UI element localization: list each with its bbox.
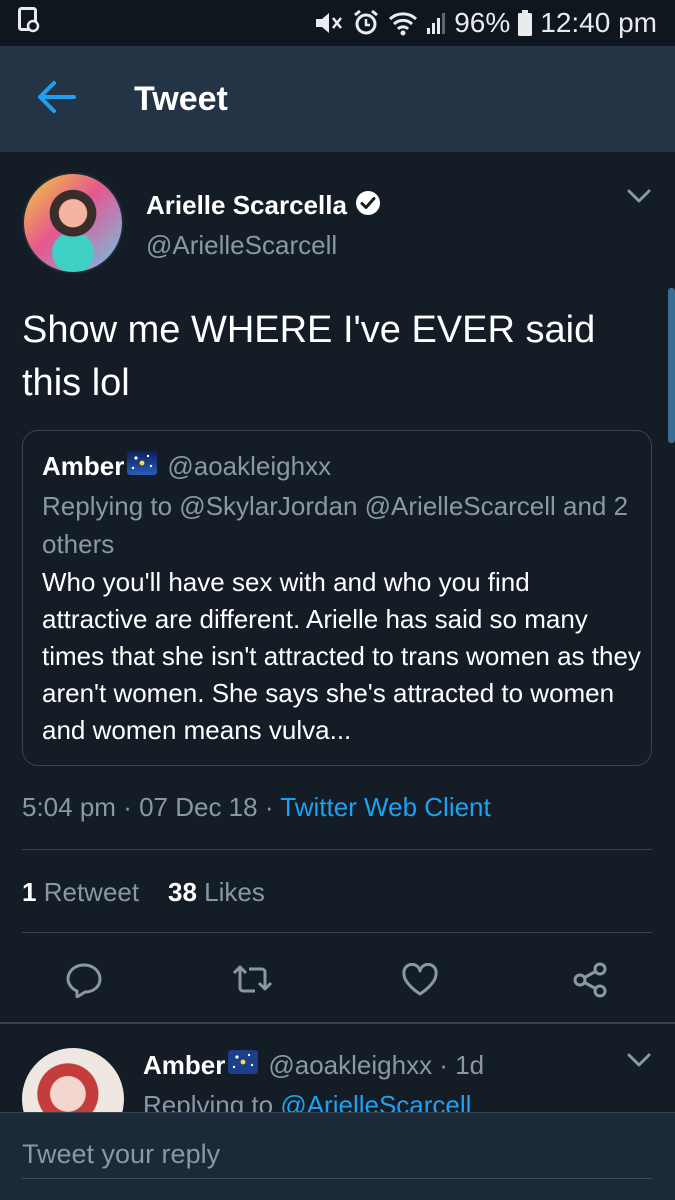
quoted-author-row: Amber @aoakleighxx	[42, 451, 331, 482]
author-handle[interactable]: @ArielleScarcell	[146, 230, 337, 261]
scrollbar-thumb[interactable]	[668, 288, 675, 443]
app-header: Tweet	[0, 46, 675, 152]
share-button[interactable]	[568, 960, 612, 1004]
retweet-icon	[231, 963, 273, 1002]
wifi-icon	[388, 10, 418, 36]
meta-separator: ·	[264, 792, 281, 822]
back-button[interactable]	[0, 46, 112, 152]
author-name-row[interactable]: Arielle Scarcella	[146, 190, 381, 221]
tweet-client-link[interactable]: Twitter Web Client	[280, 792, 490, 822]
signal-icon	[426, 11, 446, 35]
retweet-button[interactable]	[230, 960, 274, 1004]
reply-author-avatar[interactable]	[22, 1048, 124, 1116]
reply-tweet[interactable]: Amber @aoakleighxx · 1d Replying to @Ari…	[0, 1026, 675, 1116]
mute-icon	[314, 10, 344, 36]
meta-separator: ·	[432, 1050, 456, 1080]
page-title: Tweet	[134, 79, 228, 118]
quoted-tweet-card[interactable]: Amber @aoakleighxx Replying to @SkylarJo…	[22, 430, 652, 766]
retweet-stat[interactable]: 1 Retweet	[22, 877, 139, 907]
status-bar: 96% 12:40 pm	[0, 0, 675, 46]
tweet-text: Show me WHERE I've EVER said this lol	[22, 309, 596, 404]
share-icon	[571, 961, 609, 1004]
clock-time: 12:40 pm	[540, 7, 657, 38]
retweet-count: 1	[22, 877, 37, 907]
quoted-replying-to: Replying to @SkylarJordan @ArielleScarce…	[42, 491, 629, 559]
tweet-stats: 1 Retweet 38 Likes	[22, 877, 265, 908]
night-sky-emoji-icon	[124, 451, 167, 482]
tweet-detail-screen: 96% 12:40 pm Tweet Arielle Scarcella @Ar…	[0, 0, 675, 1200]
verified-badge-icon	[355, 190, 381, 221]
chevron-down-icon[interactable]	[626, 1052, 652, 1073]
meta-separator: ·	[123, 792, 140, 822]
quoted-tweet-text: Who you'll have sex with and who you fin…	[42, 567, 641, 745]
tweet-time: 5:04 pm	[22, 792, 116, 822]
battery-icon	[518, 10, 533, 36]
section-separator	[0, 1022, 675, 1024]
like-button[interactable]	[398, 960, 442, 1004]
reply-compose-bar: Tweet your reply	[0, 1112, 675, 1200]
author-name[interactable]: Arielle Scarcella	[146, 190, 347, 221]
quoted-author-handle: @aoakleighxx	[167, 451, 332, 481]
reply-age: 1d	[455, 1050, 485, 1080]
notification-icon	[18, 6, 40, 40]
quoted-author-name: Amber	[42, 451, 125, 481]
reply-author-row: Amber @aoakleighxx · 1d	[143, 1050, 484, 1081]
night-sky-emoji-icon	[225, 1050, 268, 1081]
like-stat[interactable]: 38 Likes	[168, 877, 265, 907]
divider	[22, 932, 652, 933]
reply-icon	[65, 962, 103, 1003]
tweet-action-bar	[0, 952, 675, 1008]
retweet-label: Retweet	[43, 877, 140, 907]
battery-percent: 96%	[454, 7, 511, 38]
divider	[22, 849, 652, 850]
heart-icon	[401, 962, 439, 1002]
tweet-meta: 5:04 pm · 07 Dec 18 · Twitter Web Client	[22, 792, 491, 823]
reply-author-handle[interactable]: @aoakleighxx	[268, 1050, 432, 1081]
reply-input[interactable]: Tweet your reply	[22, 1139, 652, 1179]
like-label: Likes	[204, 877, 265, 907]
reply-author-name[interactable]: Amber	[143, 1050, 225, 1081]
author-avatar[interactable]	[22, 172, 124, 274]
chevron-down-icon[interactable]	[626, 188, 652, 209]
like-count: 38	[168, 877, 197, 907]
reply-button[interactable]	[62, 960, 106, 1004]
tweet-date: 07 Dec 18	[139, 792, 258, 822]
alarm-icon	[352, 9, 380, 37]
back-arrow-icon	[36, 80, 76, 119]
